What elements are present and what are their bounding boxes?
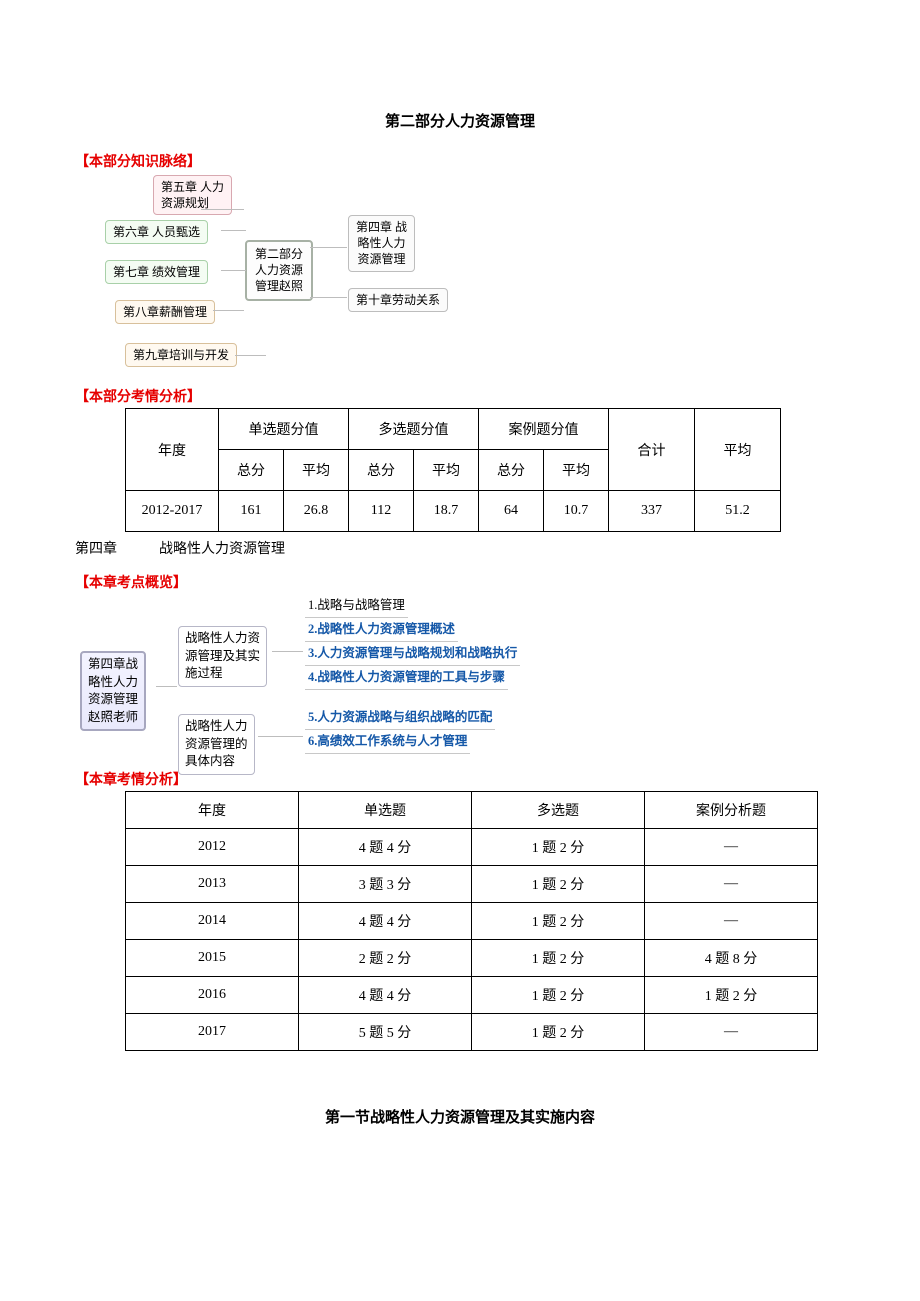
heading-points: 【本章考点概览】 xyxy=(75,572,845,592)
node-center: 第二部分人力资源管理赵照 xyxy=(245,240,313,301)
cell-m: 1 题 2 分 xyxy=(472,903,645,940)
cell-y: 2014 xyxy=(126,903,299,940)
th-sum: 合计 xyxy=(609,409,695,491)
node-ch9: 第九章培训与开发 xyxy=(125,343,237,367)
th-case: 案例题分值 xyxy=(479,409,609,450)
cell-c: 4 题 8 分 xyxy=(645,940,818,977)
cell-y: 2012 xyxy=(126,829,299,866)
cell-s: 4 题 4 分 xyxy=(299,977,472,1014)
part-title: 第二部分人力资源管理 xyxy=(75,110,845,131)
cell-y: 2015 xyxy=(126,940,299,977)
cell-y: 2016 xyxy=(126,977,299,1014)
th-s-total: 总分 xyxy=(219,450,284,491)
chapter-4-title: 第四章 战略性人力资源管理 xyxy=(75,538,845,558)
cell-c: 1 题 2 分 xyxy=(645,977,818,1014)
node-ch10: 第十章劳动关系 xyxy=(348,288,448,312)
table-row: 2014 4 题 4 分 1 题 2 分 — xyxy=(126,903,818,940)
table-chapter-exam: 年度 单选题 多选题 案例分析题 2012 4 题 4 分 1 题 2 分 — … xyxy=(125,791,818,1051)
heading-knowledge: 【本部分知识脉络】 xyxy=(75,151,845,171)
cell-m: 1 题 2 分 xyxy=(472,866,645,903)
node-ch4-root: 第四章战略性人力资源管理赵照老师 xyxy=(80,651,146,731)
cell-c-t: 64 xyxy=(479,491,544,532)
table-row: 2012 4 题 4 分 1 题 2 分 — xyxy=(126,829,818,866)
cell-y: 2013 xyxy=(126,866,299,903)
table-row: 2016 4 题 4 分 1 题 2 分 1 题 2 分 xyxy=(126,977,818,1014)
th-year: 年度 xyxy=(126,409,219,491)
th-m-avg: 平均 xyxy=(414,450,479,491)
table-row: 2012-2017 161 26.8 112 18.7 64 10.7 337 … xyxy=(126,491,781,532)
th-avg: 平均 xyxy=(695,409,781,491)
th2-single: 单选题 xyxy=(299,792,472,829)
table-row: 2017 5 题 5 分 1 题 2 分 — xyxy=(126,1014,818,1051)
th2-multi: 多选题 xyxy=(472,792,645,829)
th-c-avg: 平均 xyxy=(544,450,609,491)
cell-s-a: 26.8 xyxy=(284,491,349,532)
leaf-3: 3.人力资源管理与战略规划和战略执行 xyxy=(305,644,520,666)
cell-c-a: 10.7 xyxy=(544,491,609,532)
node-ch6: 第六章 人员甄选 xyxy=(105,220,208,244)
leaf-4: 4.战略性人力资源管理的工具与步骤 xyxy=(305,668,508,690)
cell-s: 4 题 4 分 xyxy=(299,903,472,940)
cell-m: 1 题 2 分 xyxy=(472,940,645,977)
cell-s-t: 161 xyxy=(219,491,284,532)
cell-s: 4 题 4 分 xyxy=(299,829,472,866)
cell-m: 1 题 2 分 xyxy=(472,977,645,1014)
th-single: 单选题分值 xyxy=(219,409,349,450)
leaf-1: 1.战略与战略管理 xyxy=(305,596,408,618)
th-multi: 多选题分值 xyxy=(349,409,479,450)
cell-s: 3 题 3 分 xyxy=(299,866,472,903)
node-ch7: 第七章 绩效管理 xyxy=(105,260,208,284)
cell-s: 5 题 5 分 xyxy=(299,1014,472,1051)
table-row: 2015 2 题 2 分 1 题 2 分 4 题 8 分 xyxy=(126,940,818,977)
heading-exam-part: 【本部分考情分析】 xyxy=(75,386,845,406)
node-ch4: 第四章 战略性人力资源管理 xyxy=(348,215,415,272)
th2-case: 案例分析题 xyxy=(645,792,818,829)
table-part-exam: 年度 单选题分值 多选题分值 案例题分值 合计 平均 总分 平均 总分 平均 总… xyxy=(125,408,781,532)
th-m-total: 总分 xyxy=(349,450,414,491)
node-mid2: 战略性人力资源管理的具体内容 xyxy=(178,714,255,775)
mindmap-part: 第五章 人力资源规划 第六章 人员甄选 第七章 绩效管理 第八章薪酬管理 第九章… xyxy=(105,175,455,380)
cell-y: 2017 xyxy=(126,1014,299,1051)
section-1-title: 第一节战略性人力资源管理及其实施内容 xyxy=(75,1106,845,1127)
cell-c: — xyxy=(645,866,818,903)
th-c-total: 总分 xyxy=(479,450,544,491)
leaf-6: 6.高绩效工作系统与人才管理 xyxy=(305,732,470,754)
page: 第二部分人力资源管理 【本部分知识脉络】 第五章 人力资源规划 第六章 人员甄选… xyxy=(0,0,920,1187)
cell-c: — xyxy=(645,829,818,866)
cell-s: 2 题 2 分 xyxy=(299,940,472,977)
cell-avg: 51.2 xyxy=(695,491,781,532)
cell-m: 1 题 2 分 xyxy=(472,1014,645,1051)
table-row: 2013 3 题 3 分 1 题 2 分 — xyxy=(126,866,818,903)
cell-c: — xyxy=(645,1014,818,1051)
cell-m: 1 题 2 分 xyxy=(472,829,645,866)
leaf-5: 5.人力资源战略与组织战略的匹配 xyxy=(305,708,495,730)
cell-m-t: 112 xyxy=(349,491,414,532)
node-mid1: 战略性人力资源管理及其实施过程 xyxy=(178,626,267,687)
mindmap-chapter: 第四章战略性人力资源管理赵照老师 战略性人力资源管理及其实施过程 战略性人力资源… xyxy=(80,596,600,771)
leaf-2: 2.战略性人力资源管理概述 xyxy=(305,620,458,642)
th-s-avg: 平均 xyxy=(284,450,349,491)
cell-sum: 337 xyxy=(609,491,695,532)
cell-c: — xyxy=(645,903,818,940)
th2-year: 年度 xyxy=(126,792,299,829)
node-ch8: 第八章薪酬管理 xyxy=(115,300,215,324)
cell-year: 2012-2017 xyxy=(126,491,219,532)
cell-m-a: 18.7 xyxy=(414,491,479,532)
